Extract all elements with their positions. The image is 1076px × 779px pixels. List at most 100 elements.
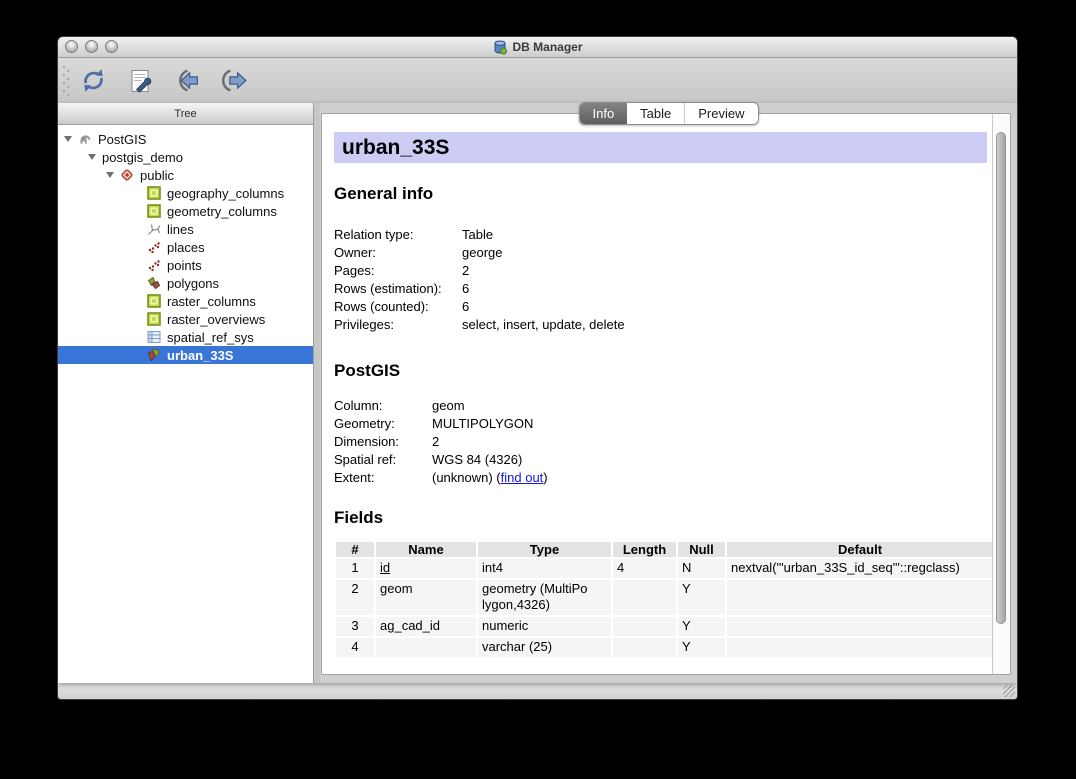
table-layer-icon bbox=[147, 294, 161, 308]
tree-item-geography-columns[interactable]: geography_columns bbox=[58, 184, 313, 202]
info-label: Rows (counted): bbox=[334, 298, 462, 316]
tree-item-polygons[interactable]: polygons bbox=[58, 274, 313, 292]
tree-item-postgis-demo[interactable]: postgis_demo bbox=[58, 148, 313, 166]
export-to-file-button[interactable] bbox=[217, 64, 251, 98]
main-area: Tree PostGIS postgis_demo bbox=[58, 103, 1017, 683]
field-default bbox=[727, 638, 993, 657]
polygon-layer-icon bbox=[147, 276, 161, 290]
tree-item-lines[interactable]: lines bbox=[58, 220, 313, 238]
expander-icon[interactable] bbox=[88, 154, 96, 160]
info-label: Rows (estimation): bbox=[334, 280, 462, 298]
info-row: Pages: 2 bbox=[334, 262, 993, 280]
expander-icon[interactable] bbox=[106, 172, 114, 178]
resize-grip-icon[interactable] bbox=[1003, 685, 1015, 697]
fields-heading: Fields bbox=[334, 507, 993, 528]
info-value: 6 bbox=[462, 298, 469, 316]
tree-item-label: raster_overviews bbox=[167, 312, 265, 327]
tree-item-urban-33s[interactable]: urban_33S bbox=[58, 346, 313, 364]
window-controls bbox=[65, 40, 118, 53]
import-layer-icon bbox=[174, 67, 201, 94]
tree-item-label: places bbox=[167, 240, 205, 255]
line-layer-icon bbox=[147, 222, 161, 236]
scrollbar-thumb[interactable] bbox=[996, 132, 1006, 624]
general-info-heading: General info bbox=[334, 183, 993, 204]
info-row: Privileges: select, insert, update, dele… bbox=[334, 316, 993, 334]
page-title: urban_33S bbox=[334, 132, 987, 163]
field-num: 3 bbox=[336, 617, 374, 636]
info-row: Rows (counted): 6 bbox=[334, 298, 993, 316]
point-layer-icon bbox=[147, 240, 161, 254]
refresh-button[interactable] bbox=[76, 64, 110, 98]
tree-item-label: postgis_demo bbox=[102, 150, 183, 165]
field-length bbox=[613, 638, 676, 657]
tree-item-label: geometry_columns bbox=[167, 204, 277, 219]
minimize-window-icon[interactable] bbox=[85, 40, 98, 53]
window-title: DB Manager bbox=[492, 39, 582, 55]
info-row: Relation type: Table bbox=[334, 226, 993, 244]
info-label: Spatial ref: bbox=[334, 451, 432, 469]
field-name: geom bbox=[376, 580, 476, 615]
status-bar bbox=[58, 683, 1017, 699]
field-length bbox=[613, 580, 676, 615]
tree-item-places[interactable]: places bbox=[58, 238, 313, 256]
info-row: Column: geom bbox=[334, 397, 993, 415]
tree-item-geometry-columns[interactable]: geometry_columns bbox=[58, 202, 313, 220]
close-window-icon[interactable] bbox=[65, 40, 78, 53]
info-value: (unknown) (find out) bbox=[432, 469, 548, 487]
field-row: 3 ag_cad_id numeric Y bbox=[336, 617, 993, 636]
info-value: WGS 84 (4326) bbox=[432, 451, 522, 469]
info-row: Geometry: MULTIPOLYGON bbox=[334, 415, 993, 433]
vertical-scrollbar[interactable] bbox=[992, 114, 1010, 674]
info-label: Relation type: bbox=[334, 226, 462, 244]
import-layer-button[interactable] bbox=[170, 64, 204, 98]
tree-item-label: lines bbox=[167, 222, 194, 237]
table-layer-icon bbox=[147, 186, 161, 200]
tab-preview[interactable]: Preview bbox=[684, 103, 757, 124]
field-null: N bbox=[678, 559, 725, 578]
tree-item-label: geography_columns bbox=[167, 186, 284, 201]
info-row: Spatial ref: WGS 84 (4326) bbox=[334, 451, 993, 469]
sql-window-button[interactable] bbox=[123, 64, 157, 98]
info-label: Privileges: bbox=[334, 316, 462, 334]
tree-item-public[interactable]: public bbox=[58, 166, 313, 184]
info-value: 2 bbox=[432, 433, 439, 451]
field-num: 2 bbox=[336, 580, 374, 615]
tree-item-points[interactable]: points bbox=[58, 256, 313, 274]
connections-tree: PostGIS postgis_demo public bbox=[58, 125, 313, 683]
field-name: ag_cad_id bbox=[376, 617, 476, 636]
tree-item-postgis[interactable]: PostGIS bbox=[58, 130, 313, 148]
col-header-default: Default bbox=[727, 542, 993, 557]
tree-item-raster-columns[interactable]: raster_columns bbox=[58, 292, 313, 310]
toolbar-drag-handle-icon[interactable] bbox=[62, 64, 70, 98]
fields-header-row: # Name Type Length Null Default bbox=[336, 542, 993, 557]
field-length: 4 bbox=[613, 559, 676, 578]
col-header-length: Length bbox=[613, 542, 676, 557]
tree-item-raster-overviews[interactable]: raster_overviews bbox=[58, 310, 313, 328]
field-length bbox=[613, 617, 676, 636]
tree-item-label: urban_33S bbox=[167, 348, 233, 363]
info-value: select, insert, update, delete bbox=[462, 316, 625, 334]
table-layer-icon bbox=[147, 312, 161, 326]
info-value: Table bbox=[462, 226, 493, 244]
field-row: 2 geom geometry (MultiPolygon,4326) Y bbox=[336, 580, 993, 615]
tab-info[interactable]: Info bbox=[579, 103, 627, 124]
field-row-partial: 4 varchar (25) Y bbox=[336, 638, 993, 657]
info-row: Owner: george bbox=[334, 244, 993, 262]
extent-row: Extent: (unknown) (find out) bbox=[334, 469, 993, 487]
tree-item-label: spatial_ref_sys bbox=[167, 330, 254, 345]
col-header-name: Name bbox=[376, 542, 476, 557]
info-row: Rows (estimation): 6 bbox=[334, 280, 993, 298]
postgis-icon bbox=[78, 132, 92, 146]
tree-item-spatial-ref-sys[interactable]: spatial_ref_sys bbox=[58, 328, 313, 346]
field-name-link[interactable]: id bbox=[380, 560, 390, 575]
field-default: nextval('"urban_33S_id_seq"'::regclass) bbox=[727, 559, 993, 578]
zoom-window-icon[interactable] bbox=[105, 40, 118, 53]
general-info-list: Relation type: Table Owner: george Pages… bbox=[334, 226, 993, 334]
find-out-link[interactable]: find out bbox=[501, 470, 544, 485]
field-num: 4 bbox=[336, 638, 374, 657]
fields-table: # Name Type Length Null Default 1 bbox=[334, 540, 993, 659]
tab-table[interactable]: Table bbox=[627, 103, 684, 124]
toolbar bbox=[58, 58, 1017, 104]
expander-icon[interactable] bbox=[64, 136, 72, 142]
tree-item-label: public bbox=[140, 168, 174, 183]
